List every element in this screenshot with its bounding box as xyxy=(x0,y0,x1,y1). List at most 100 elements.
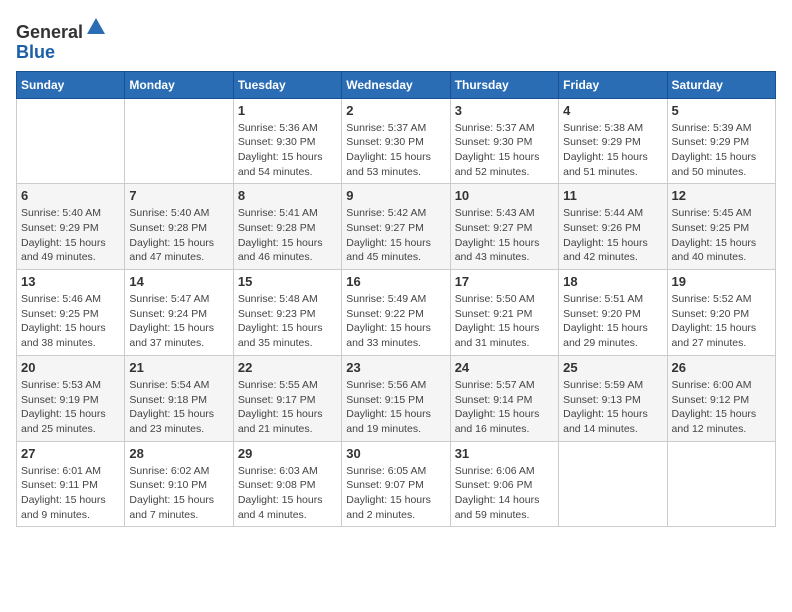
calendar-cell: 26 Sunrise: 6:00 AM Sunset: 9:12 PM Dayli… xyxy=(667,355,775,441)
calendar-cell: 17 Sunrise: 5:50 AM Sunset: 9:21 PM Dayli… xyxy=(450,270,558,356)
calendar-cell: 8Sunrise: 5:41 AM Sunset: 9:28 PM Daylig… xyxy=(233,184,341,270)
calendar-cell: 7 Sunrise: 5:40 AM Sunset: 9:28 PM Daylig… xyxy=(125,184,233,270)
day-info: Sunrise: 5:50 AM Sunset: 9:21 PM Dayligh… xyxy=(455,292,554,351)
calendar-week-5: 27 Sunrise: 6:01 AM Sunset: 9:11 PM Dayli… xyxy=(17,441,776,527)
weekday-header-wednesday: Wednesday xyxy=(342,71,450,98)
calendar-cell: 11Sunrise: 5:44 AM Sunset: 9:26 PM Dayli… xyxy=(559,184,667,270)
calendar-cell: 25Sunrise: 5:59 AM Sunset: 9:13 PM Dayli… xyxy=(559,355,667,441)
weekday-header-sunday: Sunday xyxy=(17,71,125,98)
calendar-cell xyxy=(125,98,233,184)
calendar-cell: 6 Sunrise: 5:40 AM Sunset: 9:29 PM Daylig… xyxy=(17,184,125,270)
day-number: 27 xyxy=(21,446,120,461)
day-number: 30 xyxy=(346,446,445,461)
day-info: Sunrise: 6:06 AM Sunset: 9:06 PM Dayligh… xyxy=(455,464,554,523)
day-number: 23 xyxy=(346,360,445,375)
day-number: 31 xyxy=(455,446,554,461)
day-info: Sunrise: 5:53 AM Sunset: 9:19 PM Dayligh… xyxy=(21,378,120,437)
calendar-cell: 29 Sunrise: 6:03 AM Sunset: 9:08 PM Dayli… xyxy=(233,441,341,527)
day-info: Sunrise: 5:47 AM Sunset: 9:24 PM Dayligh… xyxy=(129,292,228,351)
day-info: Sunrise: 5:44 AM Sunset: 9:26 PM Dayligh… xyxy=(563,206,662,265)
day-info: Sunrise: 6:00 AM Sunset: 9:12 PM Dayligh… xyxy=(672,378,771,437)
calendar-cell: 2 Sunrise: 5:37 AM Sunset: 9:30 PM Daylig… xyxy=(342,98,450,184)
day-number: 26 xyxy=(672,360,771,375)
calendar-cell: 24Sunrise: 5:57 AM Sunset: 9:14 PM Dayli… xyxy=(450,355,558,441)
day-info: Sunrise: 5:45 AM Sunset: 9:25 PM Dayligh… xyxy=(672,206,771,265)
day-number: 28 xyxy=(129,446,228,461)
day-info: Sunrise: 5:48 AM Sunset: 9:23 PM Dayligh… xyxy=(238,292,337,351)
page-header: General Blue xyxy=(16,16,776,63)
day-info: Sunrise: 5:37 AM Sunset: 9:30 PM Dayligh… xyxy=(346,121,445,180)
day-number: 10 xyxy=(455,188,554,203)
calendar-cell: 30 Sunrise: 6:05 AM Sunset: 9:07 PM Dayli… xyxy=(342,441,450,527)
day-number: 16 xyxy=(346,274,445,289)
calendar-week-3: 13 Sunrise: 5:46 AM Sunset: 9:25 PM Dayli… xyxy=(17,270,776,356)
weekday-header-thursday: Thursday xyxy=(450,71,558,98)
calendar-cell: 31 Sunrise: 6:06 AM Sunset: 9:06 PM Dayli… xyxy=(450,441,558,527)
day-info: Sunrise: 6:03 AM Sunset: 9:08 PM Dayligh… xyxy=(238,464,337,523)
calendar-week-1: 1Sunrise: 5:36 AM Sunset: 9:30 PM Daylig… xyxy=(17,98,776,184)
day-info: Sunrise: 5:39 AM Sunset: 9:29 PM Dayligh… xyxy=(672,121,771,180)
day-number: 22 xyxy=(238,360,337,375)
logo: General Blue xyxy=(16,16,107,63)
day-info: Sunrise: 5:59 AM Sunset: 9:13 PM Dayligh… xyxy=(563,378,662,437)
day-info: Sunrise: 6:02 AM Sunset: 9:10 PM Dayligh… xyxy=(129,464,228,523)
day-info: Sunrise: 6:05 AM Sunset: 9:07 PM Dayligh… xyxy=(346,464,445,523)
logo-blue: Blue xyxy=(16,42,55,62)
day-number: 9 xyxy=(346,188,445,203)
day-number: 13 xyxy=(21,274,120,289)
calendar-cell xyxy=(17,98,125,184)
day-info: Sunrise: 5:38 AM Sunset: 9:29 PM Dayligh… xyxy=(563,121,662,180)
day-info: Sunrise: 5:43 AM Sunset: 9:27 PM Dayligh… xyxy=(455,206,554,265)
calendar-cell: 1Sunrise: 5:36 AM Sunset: 9:30 PM Daylig… xyxy=(233,98,341,184)
calendar-cell: 5 Sunrise: 5:39 AM Sunset: 9:29 PM Daylig… xyxy=(667,98,775,184)
day-info: Sunrise: 5:37 AM Sunset: 9:30 PM Dayligh… xyxy=(455,121,554,180)
day-number: 7 xyxy=(129,188,228,203)
calendar-cell: 18Sunrise: 5:51 AM Sunset: 9:20 PM Dayli… xyxy=(559,270,667,356)
calendar-cell: 27 Sunrise: 6:01 AM Sunset: 9:11 PM Dayli… xyxy=(17,441,125,527)
calendar-body: 1Sunrise: 5:36 AM Sunset: 9:30 PM Daylig… xyxy=(17,98,776,527)
day-number: 3 xyxy=(455,103,554,118)
calendar-cell: 9 Sunrise: 5:42 AM Sunset: 9:27 PM Daylig… xyxy=(342,184,450,270)
day-number: 4 xyxy=(563,103,662,118)
day-number: 21 xyxy=(129,360,228,375)
weekday-header-saturday: Saturday xyxy=(667,71,775,98)
day-number: 2 xyxy=(346,103,445,118)
day-number: 20 xyxy=(21,360,120,375)
day-info: Sunrise: 5:54 AM Sunset: 9:18 PM Dayligh… xyxy=(129,378,228,437)
day-info: Sunrise: 5:55 AM Sunset: 9:17 PM Dayligh… xyxy=(238,378,337,437)
day-info: Sunrise: 6:01 AM Sunset: 9:11 PM Dayligh… xyxy=(21,464,120,523)
day-info: Sunrise: 5:42 AM Sunset: 9:27 PM Dayligh… xyxy=(346,206,445,265)
day-info: Sunrise: 5:56 AM Sunset: 9:15 PM Dayligh… xyxy=(346,378,445,437)
calendar-cell: 12 Sunrise: 5:45 AM Sunset: 9:25 PM Dayli… xyxy=(667,184,775,270)
day-info: Sunrise: 5:41 AM Sunset: 9:28 PM Dayligh… xyxy=(238,206,337,265)
day-number: 17 xyxy=(455,274,554,289)
day-info: Sunrise: 5:40 AM Sunset: 9:29 PM Dayligh… xyxy=(21,206,120,265)
day-number: 15 xyxy=(238,274,337,289)
calendar-cell: 23 Sunrise: 5:56 AM Sunset: 9:15 PM Dayli… xyxy=(342,355,450,441)
calendar-cell: 21 Sunrise: 5:54 AM Sunset: 9:18 PM Dayli… xyxy=(125,355,233,441)
day-number: 18 xyxy=(563,274,662,289)
day-info: Sunrise: 5:46 AM Sunset: 9:25 PM Dayligh… xyxy=(21,292,120,351)
calendar-week-4: 20 Sunrise: 5:53 AM Sunset: 9:19 PM Dayli… xyxy=(17,355,776,441)
calendar-header-row: SundayMondayTuesdayWednesdayThursdayFrid… xyxy=(17,71,776,98)
calendar-cell xyxy=(559,441,667,527)
day-info: Sunrise: 5:40 AM Sunset: 9:28 PM Dayligh… xyxy=(129,206,228,265)
calendar-cell: 16Sunrise: 5:49 AM Sunset: 9:22 PM Dayli… xyxy=(342,270,450,356)
calendar-cell: 4 Sunrise: 5:38 AM Sunset: 9:29 PM Daylig… xyxy=(559,98,667,184)
day-number: 19 xyxy=(672,274,771,289)
day-number: 14 xyxy=(129,274,228,289)
logo-text: General xyxy=(16,16,107,43)
day-number: 1 xyxy=(238,103,337,118)
day-number: 6 xyxy=(21,188,120,203)
day-number: 5 xyxy=(672,103,771,118)
day-number: 29 xyxy=(238,446,337,461)
calendar-cell: 19 Sunrise: 5:52 AM Sunset: 9:20 PM Dayli… xyxy=(667,270,775,356)
weekday-header-monday: Monday xyxy=(125,71,233,98)
calendar-cell: 22 Sunrise: 5:55 AM Sunset: 9:17 PM Dayli… xyxy=(233,355,341,441)
day-number: 12 xyxy=(672,188,771,203)
calendar-cell: 28 Sunrise: 6:02 AM Sunset: 9:10 PM Dayli… xyxy=(125,441,233,527)
day-info: Sunrise: 5:52 AM Sunset: 9:20 PM Dayligh… xyxy=(672,292,771,351)
calendar-cell: 13 Sunrise: 5:46 AM Sunset: 9:25 PM Dayli… xyxy=(17,270,125,356)
calendar-cell: 14 Sunrise: 5:47 AM Sunset: 9:24 PM Dayli… xyxy=(125,270,233,356)
calendar-table: SundayMondayTuesdayWednesdayThursdayFrid… xyxy=(16,71,776,528)
